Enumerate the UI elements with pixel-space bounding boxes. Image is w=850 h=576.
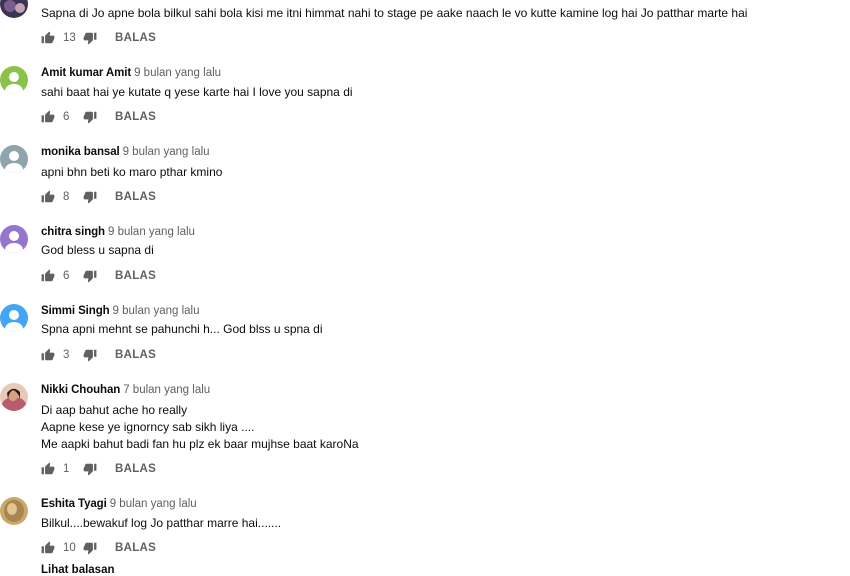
thumbs-up-icon[interactable]: [41, 110, 55, 124]
reply-button[interactable]: BALAS: [115, 32, 156, 44]
thumbs-down-icon[interactable]: [83, 31, 97, 45]
avatar[interactable]: [0, 0, 28, 18]
reply-button[interactable]: BALAS: [115, 542, 156, 554]
thumbs-up-icon[interactable]: [41, 348, 55, 362]
avatar[interactable]: [0, 145, 28, 173]
comment-text-line: Di aap bahut ache ho really: [41, 403, 188, 417]
author-name[interactable]: Simmi Singh: [41, 305, 110, 317]
avatar[interactable]: [0, 225, 28, 253]
comment-text: apni bhn beti ko maro pthar kmino: [41, 165, 223, 179]
view-replies-button[interactable]: Lihat balasan: [41, 564, 115, 576]
author-name[interactable]: Eshita Tyagi: [41, 498, 107, 510]
author-name[interactable]: monika bansal: [41, 146, 120, 158]
reply-button[interactable]: BALAS: [115, 270, 156, 282]
comment-timestamp[interactable]: 9 bulan yang lalu: [134, 67, 221, 79]
thumbs-down-icon[interactable]: [83, 348, 97, 362]
reply-button[interactable]: BALAS: [115, 191, 156, 203]
comment-actions: 8 BALAS: [41, 189, 156, 205]
thumbs-down-icon[interactable]: [83, 110, 97, 124]
reply-button[interactable]: BALAS: [115, 111, 156, 123]
comment-text: Sapna di Jo apne bola bilkul sahi bola k…: [41, 6, 748, 20]
reply-button[interactable]: BALAS: [115, 463, 156, 475]
author-name[interactable]: chitra singh: [41, 226, 105, 238]
like-count: 6: [63, 270, 70, 282]
comment-text: Spna apni mehnt se pahunchi h... God bls…: [41, 322, 323, 336]
view-replies-label[interactable]: Lihat balasan: [41, 564, 115, 576]
like-count: 13: [63, 32, 76, 44]
comment-actions: 6 BALAS: [41, 109, 156, 125]
thumbs-down-icon[interactable]: [83, 269, 97, 283]
thumbs-down-icon[interactable]: [83, 462, 97, 476]
comment-actions: 13 BALAS: [41, 30, 156, 46]
thumbs-down-icon[interactable]: [83, 541, 97, 555]
comment-actions: 10 BALAS: [41, 540, 156, 556]
comment-text: God bless u sapna di: [41, 243, 154, 257]
like-count: 10: [63, 542, 76, 554]
comment-text-line: Aapne kese ye ignorncy sab sikh liya ...…: [41, 420, 255, 434]
avatar[interactable]: [0, 66, 28, 94]
comment-actions: 1 BALAS: [41, 461, 156, 477]
comment-text: Bilkul....bewakuf log Jo patthar marre h…: [41, 516, 282, 530]
thumbs-up-icon[interactable]: [41, 190, 55, 204]
comment-timestamp[interactable]: 9 bulan yang lalu: [123, 146, 210, 158]
thumbs-up-icon[interactable]: [41, 462, 55, 476]
comment-timestamp[interactable]: 9 bulan yang lalu: [113, 305, 200, 317]
thumbs-up-icon[interactable]: [41, 269, 55, 283]
thumbs-up-icon[interactable]: [41, 541, 55, 555]
avatar[interactable]: [0, 383, 28, 411]
like-count: 3: [63, 349, 70, 361]
thumbs-down-icon[interactable]: [83, 190, 97, 204]
comment-text-line: Me aapki bahut badi fan hu plz ek baar m…: [41, 437, 359, 451]
comment-timestamp[interactable]: 9 bulan yang lalu: [110, 498, 197, 510]
comment-text: sahi baat hai ye kutate q yese karte hai…: [41, 85, 353, 99]
like-count: 8: [63, 191, 70, 203]
comment-timestamp[interactable]: 9 bulan yang lalu: [108, 226, 195, 238]
comment-actions: 6 BALAS: [41, 268, 156, 284]
like-count: 6: [63, 111, 70, 123]
comment-timestamp[interactable]: 7 bulan yang lalu: [123, 384, 210, 396]
comment-actions: 3 BALAS: [41, 347, 156, 363]
author-name[interactable]: Amit kumar Amit: [41, 67, 131, 79]
author-name[interactable]: Nikki Chouhan: [41, 384, 120, 396]
reply-button[interactable]: BALAS: [115, 349, 156, 361]
thumbs-up-icon[interactable]: [41, 31, 55, 45]
avatar[interactable]: [0, 304, 28, 332]
avatar[interactable]: [0, 497, 28, 525]
like-count: 1: [63, 463, 70, 475]
